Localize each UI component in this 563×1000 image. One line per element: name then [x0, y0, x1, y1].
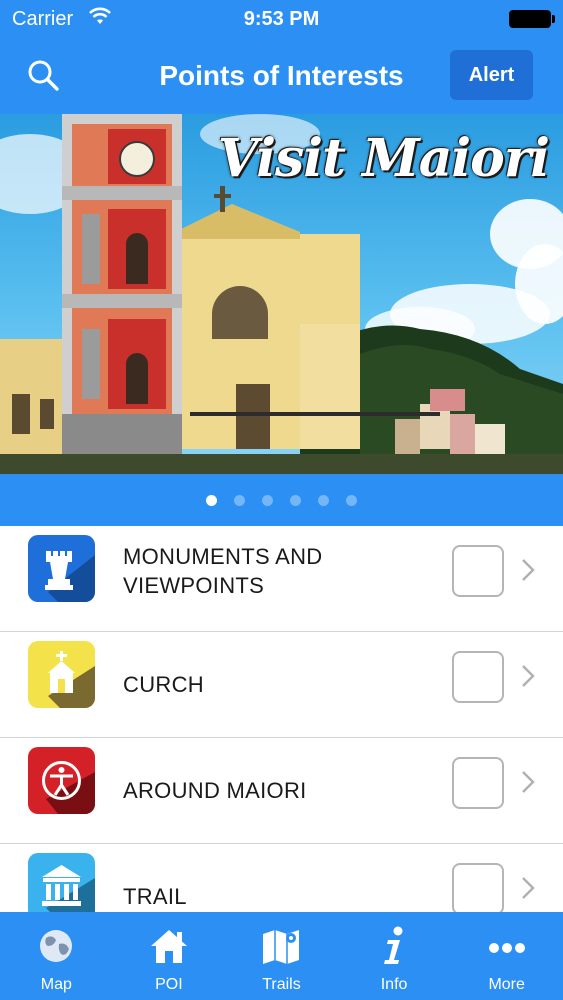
tab-trails[interactable]: Trails — [225, 912, 338, 1000]
person-circle-icon — [28, 747, 95, 814]
building-columns-icon — [28, 853, 95, 912]
alert-button[interactable]: Alert — [450, 50, 533, 100]
list-item-trail[interactable]: TRAIL — [0, 844, 563, 912]
list-item-label-line1: MONUMENTS AND — [123, 544, 323, 569]
church-icon — [28, 641, 95, 708]
castle-tower-icon — [28, 535, 95, 602]
tab-map[interactable]: Map — [0, 912, 113, 1000]
list-item-label: CURCH — [123, 672, 204, 697]
select-checkbox[interactable] — [452, 863, 504, 912]
top-bar: Carrier 9:53 PM Points of Interests Aler… — [0, 0, 563, 114]
tab-label: Map — [40, 976, 72, 993]
pager-dot-4[interactable] — [290, 494, 301, 506]
list-item-around-maiori[interactable]: AROUND MAIORI — [0, 738, 563, 844]
chevron-right-icon — [522, 665, 535, 687]
battery-icon — [509, 10, 555, 28]
tab-poi[interactable]: POI — [113, 912, 226, 1000]
tab-label: More — [488, 976, 525, 993]
chevron-right-icon — [522, 877, 535, 899]
pager-dot-6[interactable] — [346, 494, 357, 506]
chevron-right-icon — [522, 771, 535, 793]
house-icon — [150, 930, 187, 963]
tab-more[interactable]: More — [450, 912, 563, 1000]
list-item-monuments[interactable]: MONUMENTS AND VIEWPOINTS — [0, 526, 563, 632]
select-checkbox[interactable] — [452, 545, 504, 597]
pager-dot-3[interactable] — [262, 494, 273, 506]
globe-icon — [40, 930, 73, 962]
banner-title: Visit Maiori — [217, 128, 550, 189]
folded-map-icon — [263, 930, 300, 964]
tab-label: POI — [155, 976, 183, 993]
pager-dot-1[interactable] — [206, 494, 217, 506]
status-bar: Carrier 9:53 PM — [0, 0, 563, 40]
tab-info[interactable]: Info — [338, 912, 451, 1000]
list-item-label: TRAIL — [123, 884, 187, 909]
list-item-church[interactable]: CURCH — [0, 632, 563, 738]
category-list: MONUMENTS AND VIEWPOINTS CURCH AROUND MA… — [0, 526, 563, 912]
pager-dot-5[interactable] — [318, 494, 329, 506]
nav-bar: Points of Interests Alert — [0, 40, 563, 114]
list-item-label: AROUND MAIORI — [123, 778, 307, 803]
status-time: 9:53 PM — [243, 8, 320, 30]
info-icon — [384, 926, 403, 964]
pager-dot-2[interactable] — [234, 494, 245, 506]
tab-bar: Map POI Trails Info More — [0, 912, 563, 1000]
select-checkbox[interactable] — [452, 651, 504, 703]
banner-image[interactable]: Visit Maiori — [0, 114, 563, 474]
list-item-label-line2: VIEWPOINTS — [123, 573, 265, 598]
chevron-right-icon — [522, 559, 535, 581]
more-dots-icon — [488, 943, 525, 953]
tab-label: Trails — [262, 976, 301, 993]
carousel-pager — [0, 474, 563, 526]
list-item-label: MONUMENTS AND VIEWPOINTS — [123, 542, 423, 600]
select-checkbox[interactable] — [452, 757, 504, 809]
tab-label: Info — [380, 976, 408, 993]
